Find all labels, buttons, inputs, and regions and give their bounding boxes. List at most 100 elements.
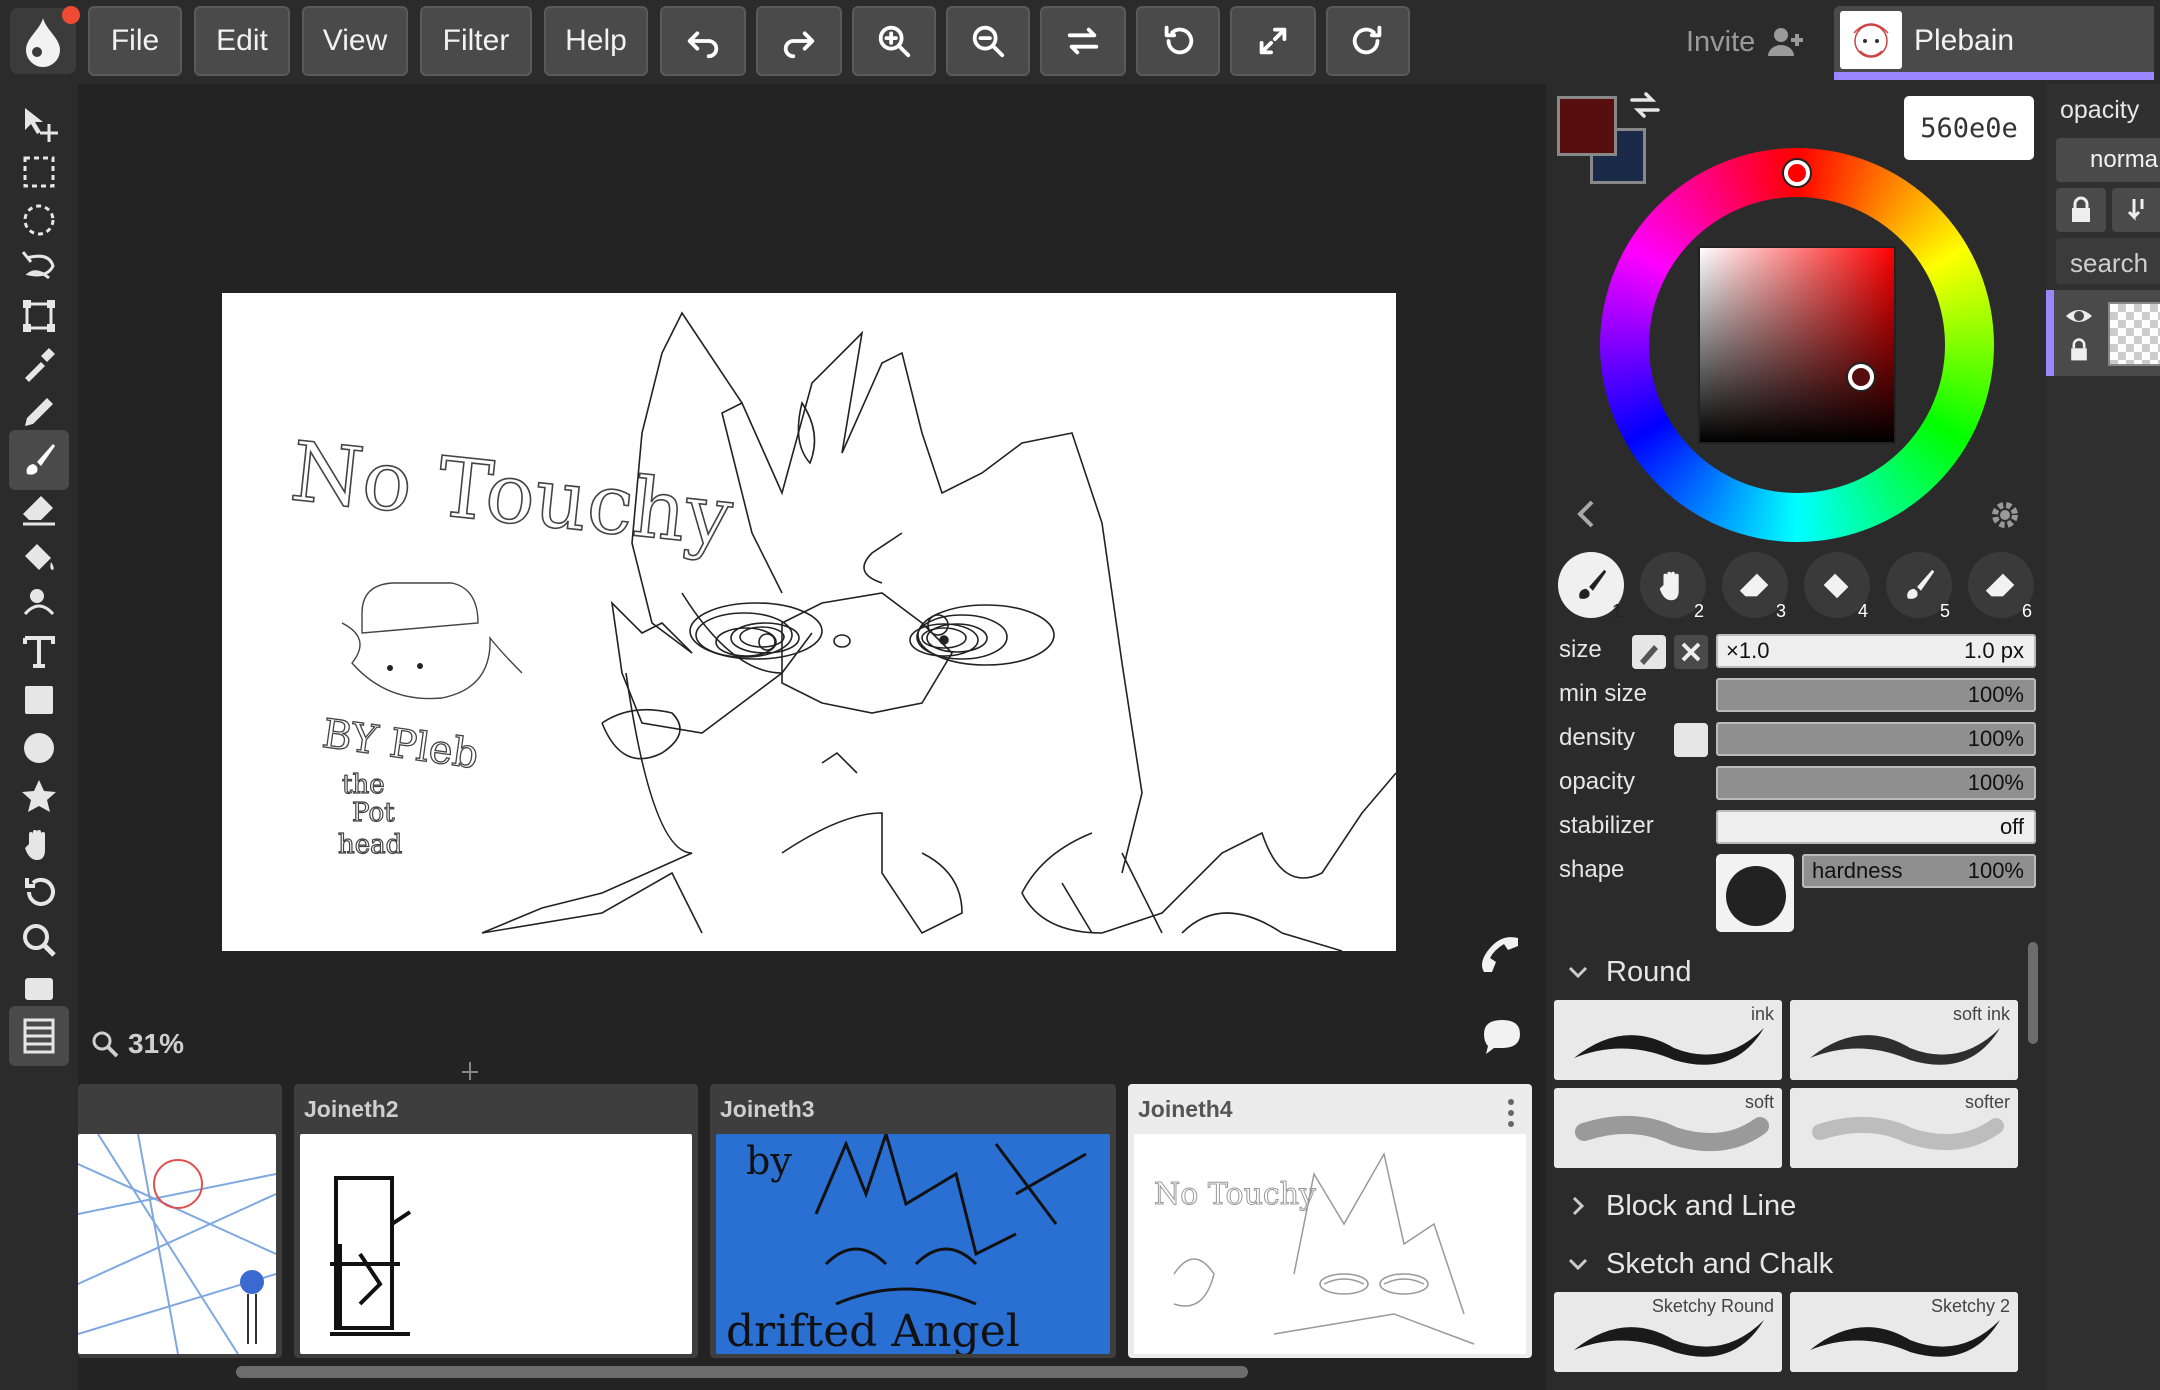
- drawing-text-pot: Pot: [352, 798, 395, 828]
- brush-sketchy-2[interactable]: Sketchy 2: [1790, 1292, 2018, 1372]
- menu-edit[interactable]: Edit: [194, 6, 290, 76]
- preset-2[interactable]: 2: [1640, 552, 1706, 621]
- film-icon: [23, 1018, 55, 1054]
- move-icon: [25, 108, 58, 142]
- brush-shape-preview[interactable]: [1716, 854, 1794, 932]
- lasso-icon: [21, 251, 55, 280]
- flip-icon: [1067, 27, 1099, 55]
- preset-3[interactable]: 3: [1722, 552, 1788, 621]
- layer-opacity-label[interactable]: opacity: [2060, 96, 2139, 125]
- user-profile[interactable]: Plebain: [1834, 6, 2154, 80]
- star-icon: [22, 780, 56, 812]
- hand-icon: [1659, 571, 1679, 601]
- preset-5[interactable]: 5: [1886, 552, 1952, 621]
- app-logo[interactable]: [10, 6, 80, 74]
- menu-filter[interactable]: Filter: [420, 6, 532, 76]
- drawing-text-byline: BY Pleb: [320, 711, 482, 778]
- hue-handle[interactable]: [1784, 160, 1810, 186]
- lock-icon[interactable]: [2066, 336, 2092, 364]
- lock-layer-button[interactable]: [2056, 188, 2106, 232]
- density-pressure-toggle[interactable]: [1674, 723, 1708, 757]
- chat-icon[interactable]: [1478, 1012, 1526, 1060]
- fit-screen-button[interactable]: [1230, 6, 1316, 76]
- frame-joineth4[interactable]: Joineth4 No Touchy: [1128, 1084, 1532, 1358]
- layer-item[interactable]: [2046, 290, 2160, 376]
- preset-1[interactable]: 1: [1558, 552, 1624, 621]
- stabilizer-slider[interactable]: off: [1716, 810, 2036, 844]
- zoom-value: 31%: [128, 1028, 185, 1059]
- search-icon: [92, 1031, 119, 1058]
- size-multiplier: ×1.0: [1726, 638, 1770, 663]
- menu-view[interactable]: View: [302, 6, 408, 76]
- merge-down-button[interactable]: [2112, 188, 2160, 232]
- brush-icon: [26, 444, 55, 475]
- rotate-left-button[interactable]: [1136, 6, 1220, 76]
- top-bar: File Edit View Filter Help Invite Plebai…: [0, 0, 2160, 84]
- app-root: File Edit View Filter Help Invite Plebai…: [0, 0, 2160, 1390]
- stabilizer-label: stabilizer: [1559, 812, 1654, 839]
- rotate-right-button[interactable]: [1326, 6, 1410, 76]
- more-options-icon[interactable]: [1506, 1098, 1516, 1128]
- sketch-chalk-section-header[interactable]: Sketch and Chalk: [1566, 1244, 1833, 1284]
- size-value: 1.0 px: [1964, 638, 2024, 663]
- animation-tool[interactable]: [9, 1006, 69, 1066]
- opacity-slider[interactable]: 100%: [1716, 766, 2036, 800]
- undo-button[interactable]: [660, 6, 746, 76]
- redo-icon: [783, 31, 815, 59]
- saturation-value-picker[interactable]: [1698, 246, 1896, 444]
- zoom-out-button[interactable]: [946, 6, 1030, 76]
- phone-icon[interactable]: [1476, 928, 1524, 976]
- square-icon: [25, 978, 53, 1000]
- chevron-left-icon[interactable]: [1574, 498, 1598, 530]
- swap-colors-icon[interactable]: [1628, 90, 1662, 120]
- drawing-canvas[interactable]: No Touchy BY Pleb the Pot head: [222, 293, 1397, 952]
- min-size-slider[interactable]: 100%: [1716, 678, 2036, 712]
- zoom-in-icon: [878, 25, 911, 58]
- density-slider[interactable]: 100%: [1716, 722, 2036, 756]
- frame-joineth2[interactable]: Joineth2: [294, 1084, 698, 1358]
- zoom-in-button[interactable]: [852, 6, 936, 76]
- frame-3-thumbnail: by drifted Angel: [716, 1134, 1110, 1354]
- hardness-slider[interactable]: hardness 100%: [1802, 854, 2036, 888]
- preset-6[interactable]: 6: [1968, 552, 2034, 621]
- frame-joineth3[interactable]: Joineth3 by drifted Angel: [710, 1084, 1116, 1358]
- frame-1[interactable]: [78, 1084, 282, 1358]
- zoom-indicator[interactable]: 31%: [90, 1024, 184, 1064]
- brush-sketchy-round[interactable]: Sketchy Round: [1554, 1292, 1782, 1372]
- flip-button[interactable]: [1040, 6, 1126, 76]
- rotate-right-icon: [1352, 25, 1382, 55]
- preset-4[interactable]: 4: [1804, 552, 1870, 621]
- menu-file[interactable]: File: [88, 6, 182, 76]
- ellipse-select-icon: [23, 204, 55, 236]
- drawing-text-title: No Touchy: [287, 425, 738, 566]
- layer-search-input[interactable]: search: [2056, 238, 2160, 284]
- redo-button[interactable]: [756, 6, 842, 76]
- invite-label: Invite: [1686, 25, 1756, 58]
- block-line-section-header[interactable]: Block and Line: [1566, 1186, 1796, 1226]
- brush-ink[interactable]: ink: [1554, 1000, 1782, 1080]
- color-handle[interactable]: [1848, 364, 1874, 390]
- eye-icon[interactable]: [2064, 304, 2094, 328]
- invite-button[interactable]: Invite: [1686, 22, 1805, 62]
- brush-panel-scrollbar[interactable]: [2028, 942, 2038, 1044]
- username: Plebain: [1914, 24, 2015, 57]
- rectangle-icon: [25, 686, 53, 714]
- frames-scrollbar[interactable]: [236, 1366, 1248, 1378]
- size-slider[interactable]: ×1.0 1.0 px: [1716, 634, 2036, 668]
- primary-color-swatch[interactable]: [1557, 96, 1617, 156]
- brush-soft-ink[interactable]: soft ink: [1790, 1000, 2018, 1080]
- brush-soft[interactable]: soft: [1554, 1088, 1782, 1168]
- pressure-size-toggle[interactable]: [1632, 635, 1666, 669]
- hex-color-input[interactable]: 560e0e: [1904, 96, 2034, 160]
- blend-mode-select[interactable]: norma: [2056, 138, 2160, 182]
- round-section-header[interactable]: Round: [1566, 952, 1691, 992]
- menu-help[interactable]: Help: [544, 6, 648, 76]
- gear-icon[interactable]: [1988, 498, 2022, 532]
- opacity-label: opacity: [1559, 768, 1636, 795]
- chevron-right-icon: [1572, 1196, 1585, 1216]
- paint-bucket-icon: [25, 544, 54, 570]
- brush-softer[interactable]: softer: [1790, 1088, 2018, 1168]
- size-reset-button[interactable]: [1674, 635, 1708, 669]
- add-frame-icon[interactable]: [452, 1058, 488, 1084]
- add-user-icon: [1768, 28, 1804, 56]
